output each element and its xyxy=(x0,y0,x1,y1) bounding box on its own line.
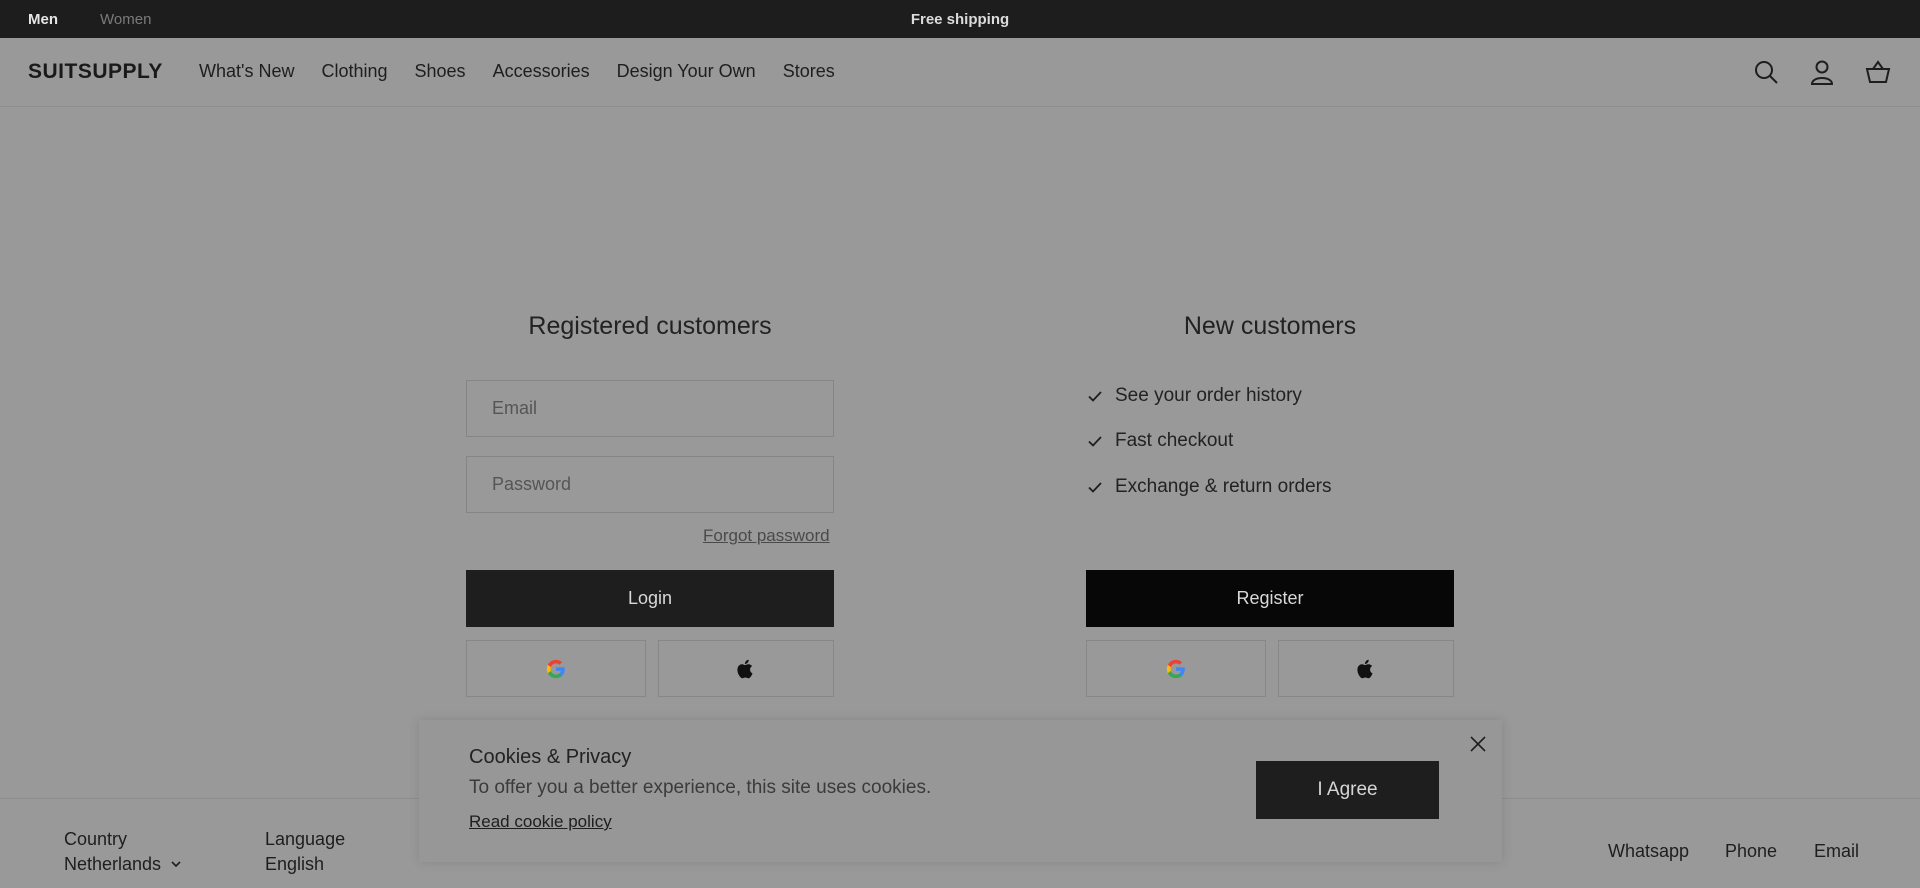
country-label: Country xyxy=(64,829,128,849)
basket-icon[interactable] xyxy=(1864,58,1892,86)
forgot-password-link[interactable]: Forgot password xyxy=(703,526,830,546)
apple-icon xyxy=(737,659,753,678)
login-title: Registered customers xyxy=(528,312,772,340)
email-field[interactable] xyxy=(466,380,834,437)
nav-item-whats-new[interactable]: What's New xyxy=(199,61,294,82)
nav-item-accessories[interactable]: Accessories xyxy=(493,61,590,82)
country-selector[interactable]: Netherlands xyxy=(64,854,182,875)
country-value: Netherlands xyxy=(64,854,162,874)
password-field[interactable] xyxy=(466,456,834,513)
cookie-text: To offer you a better experience, this s… xyxy=(469,777,932,798)
check-icon xyxy=(1088,436,1102,447)
search-icon[interactable] xyxy=(1752,58,1780,86)
register-title: New customers xyxy=(1183,312,1357,340)
benefit-label: Fast checkout xyxy=(1115,430,1234,451)
benefit-label: See your order history xyxy=(1115,385,1302,406)
apple-icon xyxy=(1357,659,1373,678)
contact-whatsapp-link[interactable]: Whatsapp xyxy=(1608,841,1689,862)
cookie-banner: Cookies & Privacy To offer you a better … xyxy=(419,720,1502,862)
account-icon[interactable] xyxy=(1808,58,1836,86)
check-icon xyxy=(1088,391,1102,402)
cookie-title: Cookies & Privacy xyxy=(469,746,632,768)
benefit-order-history: See your order history xyxy=(1086,385,1302,407)
nav-item-clothing[interactable]: Clothing xyxy=(321,61,387,82)
login-google-button[interactable] xyxy=(466,640,646,697)
google-icon xyxy=(546,659,565,678)
register-google-button[interactable] xyxy=(1086,640,1266,697)
nav-item-stores[interactable]: Stores xyxy=(783,61,835,82)
cookie-policy-link[interactable]: Read cookie policy xyxy=(469,812,612,832)
contact-phone-link[interactable]: Phone xyxy=(1725,841,1777,862)
benefit-label: Exchange & return orders xyxy=(1115,476,1332,497)
agree-button[interactable]: I Agree xyxy=(1256,761,1439,819)
main-nav: SUITSUPPLY What's New Clothing Shoes Acc… xyxy=(0,38,1920,107)
check-icon xyxy=(1088,482,1102,493)
contact-email-link[interactable]: Email xyxy=(1814,841,1859,862)
promo-banner: Free shipping xyxy=(910,11,1010,28)
benefit-fast-checkout: Fast checkout xyxy=(1086,430,1233,452)
nav-item-shoes[interactable]: Shoes xyxy=(415,61,466,82)
nav-menu: What's New Clothing Shoes Accessories De… xyxy=(199,61,835,82)
login-button[interactable]: Login xyxy=(466,570,834,627)
register-button[interactable]: Register xyxy=(1086,570,1454,627)
language-value[interactable]: English xyxy=(265,854,324,875)
login-apple-button[interactable] xyxy=(658,640,834,697)
language-label: Language xyxy=(265,829,346,849)
benefit-exchange-returns: Exchange & return orders xyxy=(1086,476,1332,498)
close-icon[interactable] xyxy=(1468,734,1488,754)
register-apple-button[interactable] xyxy=(1278,640,1454,697)
top-bar: Men Women Free shipping xyxy=(0,0,1920,38)
nav-item-design-your-own[interactable]: Design Your Own xyxy=(617,61,756,82)
google-icon xyxy=(1166,659,1185,678)
logo[interactable]: SUITSUPPLY xyxy=(28,60,163,84)
chevron-down-icon xyxy=(171,861,181,868)
